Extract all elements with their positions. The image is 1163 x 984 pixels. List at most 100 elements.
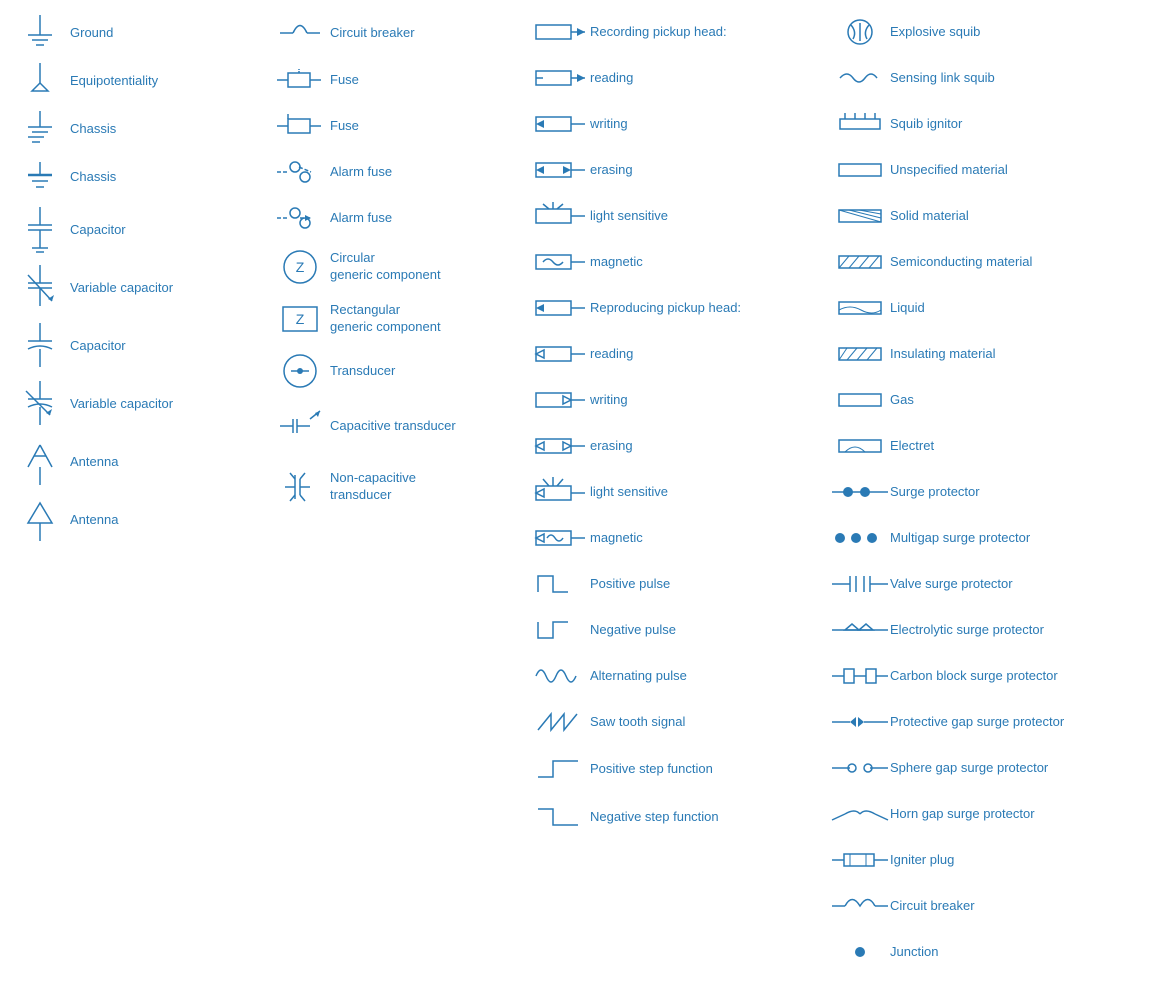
- circuit-breaker2-label: Circuit breaker: [890, 898, 975, 915]
- capacitor1-label: Capacitor: [70, 222, 126, 239]
- circuit-breaker-icon: [270, 13, 330, 53]
- solid-material-icon: [830, 204, 890, 228]
- insulating-material-icon: [830, 342, 890, 366]
- col-2: Circuit breaker Fuse: [265, 10, 525, 974]
- col-4: Explosive squib Sensing link squib S: [825, 10, 1163, 974]
- horn-gap-surge-protector-icon: [830, 800, 890, 828]
- reading2-icon: [530, 340, 590, 368]
- semiconducting-material-label: Semiconducting material: [890, 254, 1032, 271]
- electret-label: Electret: [890, 438, 934, 455]
- item-non-capacitive-transducer: Non-capacitive transducer: [265, 456, 525, 518]
- sensing-link-squib-icon: [830, 64, 890, 92]
- horn-gap-surge-protector-label: Horn gap surge protector: [890, 806, 1035, 823]
- fuse1-label: Fuse: [330, 72, 359, 89]
- capacitive-transducer-label: Capacitive transducer: [330, 418, 456, 435]
- main-grid: Ground Equipotentiality C: [0, 0, 1163, 984]
- positive-pulse-icon: [530, 568, 590, 600]
- positive-step-icon: [530, 749, 590, 789]
- item-sphere-gap-surge-protector: Sphere gap surge protector: [825, 746, 1163, 790]
- rectangular-generic-icon: Z: [270, 297, 330, 341]
- light-sensitive1-icon: [530, 201, 590, 231]
- circuit-breaker-label: Circuit breaker: [330, 25, 415, 42]
- item-antenna2: Antenna: [5, 492, 265, 548]
- carbon-block-surge-protector-label: Carbon block surge protector: [890, 668, 1058, 685]
- unspecified-material-label: Unspecified material: [890, 162, 1008, 179]
- variable-capacitor2-icon: [10, 379, 70, 429]
- erasing2-label: erasing: [590, 438, 633, 455]
- item-protective-gap-surge-protector: Protective gap surge protector: [825, 700, 1163, 744]
- reading1-label: reading: [590, 70, 633, 87]
- item-circular-generic: Z Circular generic component: [265, 242, 525, 292]
- item-negative-step: Negative step function: [525, 794, 825, 840]
- fuse2-label: Fuse: [330, 118, 359, 135]
- item-sensing-link-squib: Sensing link squib: [825, 56, 1163, 100]
- negative-pulse-label: Negative pulse: [590, 622, 676, 639]
- item-circuit-breaker2: Circuit breaker: [825, 884, 1163, 928]
- valve-surge-protector-icon: [830, 570, 890, 598]
- item-electret: Electret: [825, 424, 1163, 468]
- item-equipotentiality: Equipotentiality: [5, 58, 265, 104]
- item-chassis1: Chassis: [5, 106, 265, 152]
- chassis2-label: Chassis: [70, 169, 116, 186]
- item-negative-pulse: Negative pulse: [525, 608, 825, 652]
- reading1-icon: [530, 64, 590, 92]
- alarm-fuse2-icon: [270, 200, 330, 236]
- rep-pickup-head-label: Reproducing pickup head:: [590, 300, 741, 317]
- item-erasing1: erasing: [525, 148, 825, 192]
- magnetic1-label: magnetic: [590, 254, 643, 271]
- item-light-sensitive2: light sensitive: [525, 470, 825, 514]
- surge-protector-label: Surge protector: [890, 484, 980, 501]
- svg-text:Z: Z: [296, 311, 305, 327]
- item-circuit-breaker: Circuit breaker: [265, 10, 525, 56]
- item-capacitor1: Capacitor: [5, 202, 265, 258]
- alarm-fuse1-icon: [270, 154, 330, 190]
- negative-step-icon: [530, 797, 590, 837]
- item-unspecified-material: Unspecified material: [825, 148, 1163, 192]
- protective-gap-surge-protector-label: Protective gap surge protector: [890, 714, 1064, 731]
- item-multigap-surge-protector: Multigap surge protector: [825, 516, 1163, 560]
- item-explosive-squib: Explosive squib: [825, 10, 1163, 54]
- item-fuse1: Fuse: [265, 58, 525, 102]
- alarm-fuse2-label: Alarm fuse: [330, 210, 392, 227]
- semiconducting-material-icon: [830, 250, 890, 274]
- item-semiconducting-material: Semiconducting material: [825, 240, 1163, 284]
- electrolytic-surge-protector-icon: [830, 616, 890, 644]
- item-squib-ignitor: Squib ignitor: [825, 102, 1163, 146]
- gas-icon: [830, 388, 890, 412]
- item-alternating-pulse: Alternating pulse: [525, 654, 825, 698]
- fuse2-icon: [270, 111, 330, 141]
- chassis2-icon: [10, 157, 70, 197]
- gas-label: Gas: [890, 392, 914, 409]
- item-writing2: writing: [525, 378, 825, 422]
- transducer-label: Transducer: [330, 363, 395, 380]
- item-insulating-material: Insulating material: [825, 332, 1163, 376]
- ground-label: Ground: [70, 25, 113, 42]
- capacitor2-label: Capacitor: [70, 338, 126, 355]
- chassis1-label: Chassis: [70, 121, 116, 138]
- ground-icon: [10, 13, 70, 53]
- liquid-icon: [830, 296, 890, 320]
- unspecified-material-icon: [830, 158, 890, 182]
- writing1-label: writing: [590, 116, 628, 133]
- circular-generic-label: Circular generic component: [330, 250, 441, 284]
- negative-pulse-icon: [530, 614, 590, 646]
- alternating-pulse-label: Alternating pulse: [590, 668, 687, 685]
- col-1: Ground Equipotentiality C: [5, 10, 265, 974]
- igniter-plug-label: Igniter plug: [890, 852, 954, 869]
- rec-pickup-head-icon: [530, 17, 590, 47]
- squib-ignitor-label: Squib ignitor: [890, 116, 962, 133]
- surge-protector-icon: [830, 480, 890, 504]
- sphere-gap-surge-protector-label: Sphere gap surge protector: [890, 760, 1048, 777]
- item-positive-pulse: Positive pulse: [525, 562, 825, 606]
- item-writing1: writing: [525, 102, 825, 146]
- item-erasing2: erasing: [525, 424, 825, 468]
- item-capacitive-transducer: Capacitive transducer: [265, 398, 525, 454]
- positive-pulse-label: Positive pulse: [590, 576, 670, 593]
- item-fuse2: Fuse: [265, 104, 525, 148]
- carbon-block-surge-protector-icon: [830, 661, 890, 691]
- item-magnetic2: magnetic: [525, 516, 825, 560]
- multigap-surge-protector-label: Multigap surge protector: [890, 530, 1030, 547]
- non-capacitive-transducer-label: Non-capacitive transducer: [330, 470, 416, 504]
- solid-material-label: Solid material: [890, 208, 969, 225]
- item-liquid: Liquid: [825, 286, 1163, 330]
